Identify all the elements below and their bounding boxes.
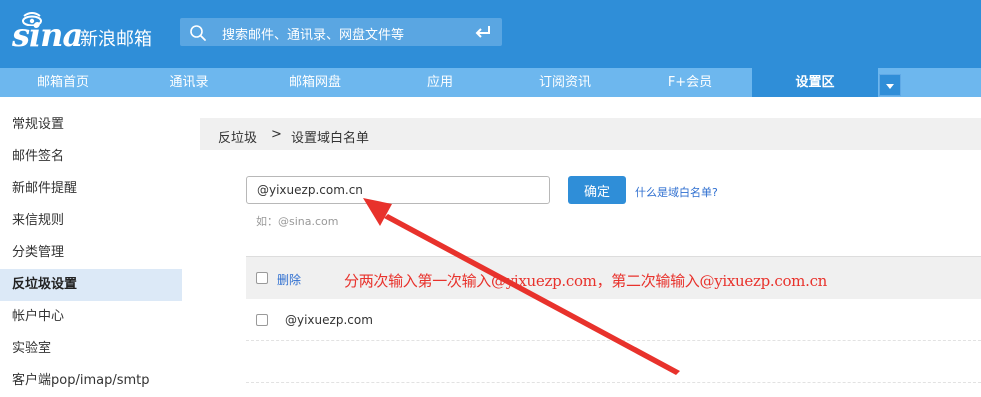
sidebar-item-antispam[interactable]: 反垃圾设置 (0, 269, 182, 301)
domain-whitelist-help-link[interactable]: 什么是域白名单? (635, 184, 718, 200)
sidebar-item-signature[interactable]: 邮件签名 (0, 141, 182, 173)
sidebar-item-mail-rules[interactable]: 来信规则 (0, 205, 182, 237)
search-icon[interactable] (189, 24, 207, 42)
delete-button[interactable]: 删除 (277, 271, 301, 288)
tab-vip[interactable]: F+会员 (628, 68, 752, 97)
nav-more-dropdown[interactable] (879, 74, 901, 96)
sidebar-item-account[interactable]: 帐户中心 (0, 301, 182, 333)
sidebar-item-general[interactable]: 常规设置 (0, 109, 182, 141)
tab-settings[interactable]: 设置区 (752, 68, 878, 97)
sidebar-item-client-protocols[interactable]: 客户端pop/imap/smtp (0, 365, 182, 397)
logo-wordmark: sina (12, 16, 83, 54)
header: sina 新浪邮箱 搜索邮件、通讯录、网盘文件等 (0, 0, 981, 68)
settings-panel: 反垃圾 > 设置域白名单 如：@sina.com 确定 什么是域白名单? 删除 … (200, 118, 981, 392)
search-input[interactable]: 搜索邮件、通讯录、网盘文件等 (222, 24, 404, 43)
domain-hint: 如：@sina.com (256, 215, 339, 228)
app-title: 新浪邮箱 (80, 29, 152, 50)
row-checkbox[interactable] (256, 314, 268, 326)
tab-mail-home[interactable]: 邮箱首页 (0, 68, 126, 97)
empty-row (246, 341, 981, 383)
annotation-text: 分两次输入第一次输入@yixuezp.com，第二次输输入@yixuezp.co… (344, 272, 828, 290)
sidebar-item-new-mail-alert[interactable]: 新邮件提醒 (0, 173, 182, 205)
breadcrumb-separator: > (271, 127, 282, 142)
main-nav: 邮箱首页 通讯录 邮箱网盘 应用 订阅资讯 F+会员 设置区 (0, 68, 981, 97)
confirm-button[interactable]: 确定 (568, 176, 626, 204)
table-row[interactable]: @yixuezp.com (246, 299, 981, 341)
chevron-down-icon (886, 84, 894, 89)
tab-netdisk[interactable]: 邮箱网盘 (252, 68, 378, 97)
settings-sidebar: 常规设置 邮件签名 新邮件提醒 来信规则 分类管理 反垃圾设置 帐户中心 实验室… (0, 97, 182, 392)
whitelist-domain: @yixuezp.com (285, 313, 373, 327)
page-title: 设置域白名单 (291, 131, 370, 146)
sina-logo[interactable]: sina 新浪邮箱 (8, 10, 178, 58)
select-all-checkbox[interactable] (256, 272, 268, 284)
breadcrumb-parent[interactable]: 反垃圾 (218, 127, 257, 146)
tab-apps[interactable]: 应用 (378, 68, 502, 97)
tab-subscriptions[interactable]: 订阅资讯 (502, 68, 628, 97)
breadcrumb: 反垃圾 > 设置域白名单 (200, 118, 981, 150)
domain-input[interactable] (246, 176, 550, 204)
search-box[interactable]: 搜索邮件、通讯录、网盘文件等 (180, 18, 502, 46)
tab-contacts[interactable]: 通讯录 (126, 68, 252, 97)
sidebar-item-lab[interactable]: 实验室 (0, 333, 182, 365)
sidebar-item-categories[interactable]: 分类管理 (0, 237, 182, 269)
enter-icon[interactable] (474, 24, 492, 40)
